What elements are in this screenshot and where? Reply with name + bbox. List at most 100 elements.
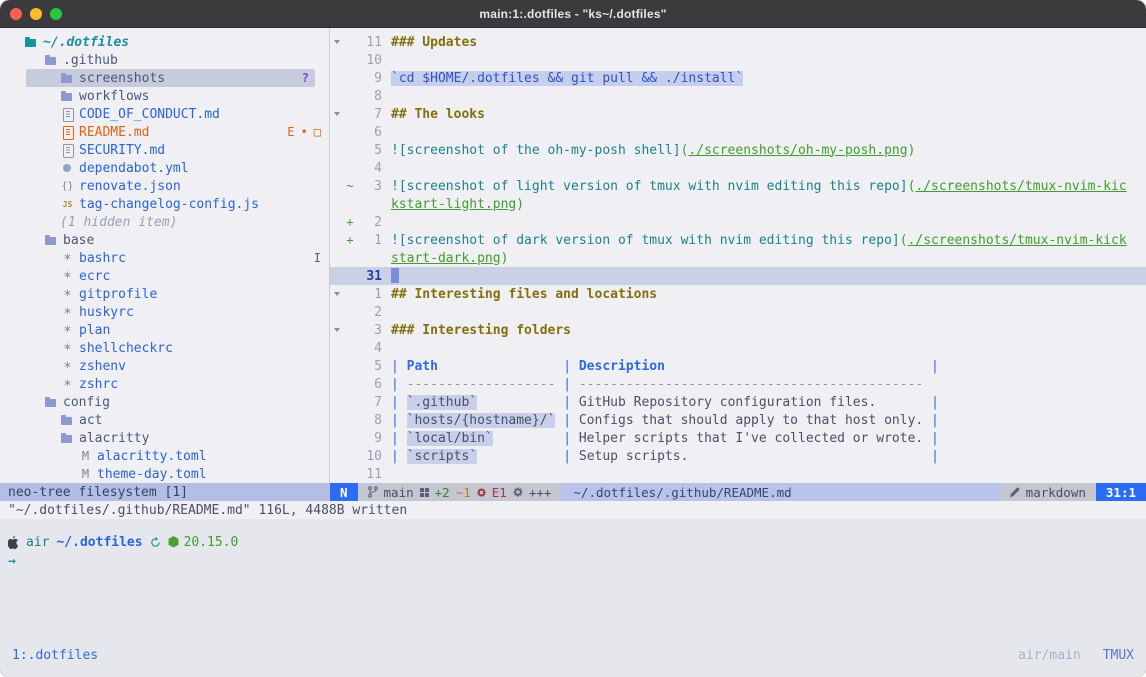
editor-line[interactable]: start-dark.png)	[330, 249, 1146, 267]
git-sign-column: +	[344, 215, 356, 229]
statusline: N main +2 ~1 E1 +++ ~/.dotfiles/.github/…	[330, 483, 1146, 501]
editor-line[interactable]: 1## Interesting files and locations	[330, 285, 1146, 303]
editor-line[interactable]: 9| `local/bin` | Helper scripts that I'v…	[330, 429, 1146, 447]
line-number: 9	[356, 431, 382, 446]
line-text	[391, 268, 1146, 284]
editor-line[interactable]: 5![screenshot of the oh-my-posh shell](.…	[330, 141, 1146, 159]
editor-line[interactable]: 10| `scripts` | Setup scripts. |	[330, 447, 1146, 465]
editor-line[interactable]: +2	[330, 213, 1146, 231]
diagnostics-count: E1	[492, 485, 507, 500]
fold-chevron-icon	[330, 292, 344, 296]
zoom-button[interactable]	[50, 8, 62, 20]
line-text: | `.github` | GitHub Repository configur…	[391, 395, 1146, 410]
tree-item-readme.md[interactable]: README.mdE•□	[0, 123, 329, 141]
cursor-block	[391, 268, 399, 283]
line-number: 1	[356, 287, 382, 302]
tree-item-config[interactable]: config	[0, 393, 329, 411]
tree-item-tag-changelog-config.js[interactable]: JStag-changelog-config.js	[0, 195, 329, 213]
window-title: main:1:.dotfiles - "ks~/.dotfiles"	[479, 7, 666, 21]
editor-buffer[interactable]: 11### Updates109`cd $HOME/.dotfiles && g…	[330, 28, 1146, 483]
tree-item-act[interactable]: act	[0, 411, 329, 429]
tree-item-zshenv[interactable]: *zshenv	[0, 357, 329, 375]
toml-icon: M	[78, 465, 93, 483]
tree-item-theme-day.toml[interactable]: Mtheme-day.toml	[0, 465, 329, 483]
editor-line[interactable]: 10	[330, 51, 1146, 69]
line-number: 2	[356, 215, 382, 230]
file-tree[interactable]: ~/.dotfiles .githubscreenshots?workflowsC…	[0, 28, 330, 483]
editor-line[interactable]: kstart-light.png)	[330, 195, 1146, 213]
line-number: 8	[356, 413, 382, 428]
tree-item-label: .github	[63, 53, 118, 68]
editor-line[interactable]: 7## The looks	[330, 105, 1146, 123]
traffic-lights	[10, 8, 62, 20]
folder-icon	[60, 87, 75, 105]
tree-item-shellcheckrc[interactable]: *shellcheckrc	[0, 339, 329, 357]
editor-line[interactable]: 3### Interesting folders	[330, 321, 1146, 339]
tree-item-code-of-conduct.md[interactable]: CODE_OF_CONDUCT.md	[0, 105, 329, 123]
tree-item-dependabot.yml[interactable]: dependabot.yml	[0, 159, 329, 177]
editor-line[interactable]: 5| Path | Description |	[330, 357, 1146, 375]
tree-item-label: tag-changelog-config.js	[79, 197, 259, 212]
tree-badge: ?	[302, 71, 309, 85]
tree-item-zshrc[interactable]: *zshrc	[0, 375, 329, 393]
editor-line[interactable]: 7| `.github` | GitHub Repository configu…	[330, 393, 1146, 411]
line-number: 5	[356, 359, 382, 374]
editor-line[interactable]: 8	[330, 87, 1146, 105]
editor-line[interactable]: 11	[330, 465, 1146, 483]
editor-line[interactable]: 2	[330, 303, 1146, 321]
tree-item-renovate.json[interactable]: {}renovate.json	[0, 177, 329, 195]
editor-line[interactable]: 11### Updates	[330, 33, 1146, 51]
tmux-window-tab[interactable]: 1:.dotfiles	[12, 648, 98, 663]
line-number: 4	[356, 341, 382, 356]
editor-line[interactable]: ~3![screenshot of light version of tmux …	[330, 177, 1146, 195]
editor-line[interactable]: 4	[330, 339, 1146, 357]
tree-item-plan[interactable]: *plan	[0, 321, 329, 339]
node-hexagon-icon	[168, 536, 179, 548]
tree-badge: •	[301, 125, 308, 139]
node-version-segment: 20.15.0	[168, 535, 239, 550]
toml-icon: M	[78, 447, 93, 465]
window-titlebar[interactable]: main:1:.dotfiles - "ks~/.dotfiles"	[0, 0, 1146, 28]
tree-item-alacritty.toml[interactable]: Malacritty.toml	[0, 447, 329, 465]
close-button[interactable]	[10, 8, 22, 20]
editor-line[interactable]: 6| ------------------- | ---------------…	[330, 375, 1146, 393]
tree-badge: I	[314, 251, 321, 265]
line-text: ![screenshot of light version of tmux wi…	[391, 179, 1146, 194]
tree-item-alacritty[interactable]: alacritty	[0, 429, 329, 447]
statusline-filepath: ~/.dotfiles/.github/README.md	[561, 483, 999, 501]
editor-line[interactable]: 6	[330, 123, 1146, 141]
tree-item-gitprofile[interactable]: *gitprofile	[0, 285, 329, 303]
editor-cursor-line[interactable]: 31	[330, 267, 1146, 285]
tree-item-.dotfiles[interactable]: ~/.dotfiles	[0, 33, 329, 51]
prompt-hostname: air	[26, 535, 49, 550]
tree-item-label: renovate.json	[79, 179, 181, 194]
line-text: `cd $HOME/.dotfiles && git pull && ./ins…	[391, 71, 1146, 86]
shell-input-line[interactable]: →	[8, 552, 1138, 570]
tree-item-ecrc[interactable]: *ecrc	[0, 267, 329, 285]
editor-line[interactable]: +1![screenshot of dark version of tmux w…	[330, 231, 1146, 249]
tree-item-huskyrc[interactable]: *huskyrc	[0, 303, 329, 321]
statusline-left-section: main +2 ~1 E1 +++	[358, 483, 562, 501]
tree-item-label: bashrc	[79, 251, 126, 266]
tree-item-security.md[interactable]: SECURITY.md	[0, 141, 329, 159]
folder-icon	[44, 393, 59, 411]
tree-item-base[interactable]: base	[0, 231, 329, 249]
editor-line[interactable]: 4	[330, 159, 1146, 177]
editor-line[interactable]: 8| `hosts/{hostname}/` | Configs that sh…	[330, 411, 1146, 429]
tree-item-screenshots[interactable]: screenshots?	[26, 69, 315, 87]
editor-line[interactable]: 9`cd $HOME/.dotfiles && git pull && ./in…	[330, 69, 1146, 87]
mode-indicator: N	[330, 483, 358, 501]
tree-item-label: zshrc	[79, 377, 118, 392]
git-branch-label: main	[384, 485, 414, 500]
tree-item-bashrc[interactable]: *bashrcI	[0, 249, 329, 267]
command-line-message: "~/.dotfiles/.github/README.md" 116L, 44…	[0, 501, 1146, 519]
line-number: 6	[356, 377, 382, 392]
line-text: ![screenshot of dark version of tmux wit…	[391, 233, 1146, 248]
tree-item-1-hidden-item[interactable]: (1 hidden item)	[0, 213, 329, 231]
prompt-arrow-icon: →	[8, 554, 16, 569]
tree-item-workflows[interactable]: workflows	[0, 87, 329, 105]
shell-pane[interactable]: air ~/.dotfiles 20.15.0 → 1:.dotfiles ai…	[0, 519, 1146, 677]
minimize-button[interactable]	[30, 8, 42, 20]
buffer-grid-icon	[420, 488, 429, 497]
tree-item-.github[interactable]: .github	[0, 51, 329, 69]
